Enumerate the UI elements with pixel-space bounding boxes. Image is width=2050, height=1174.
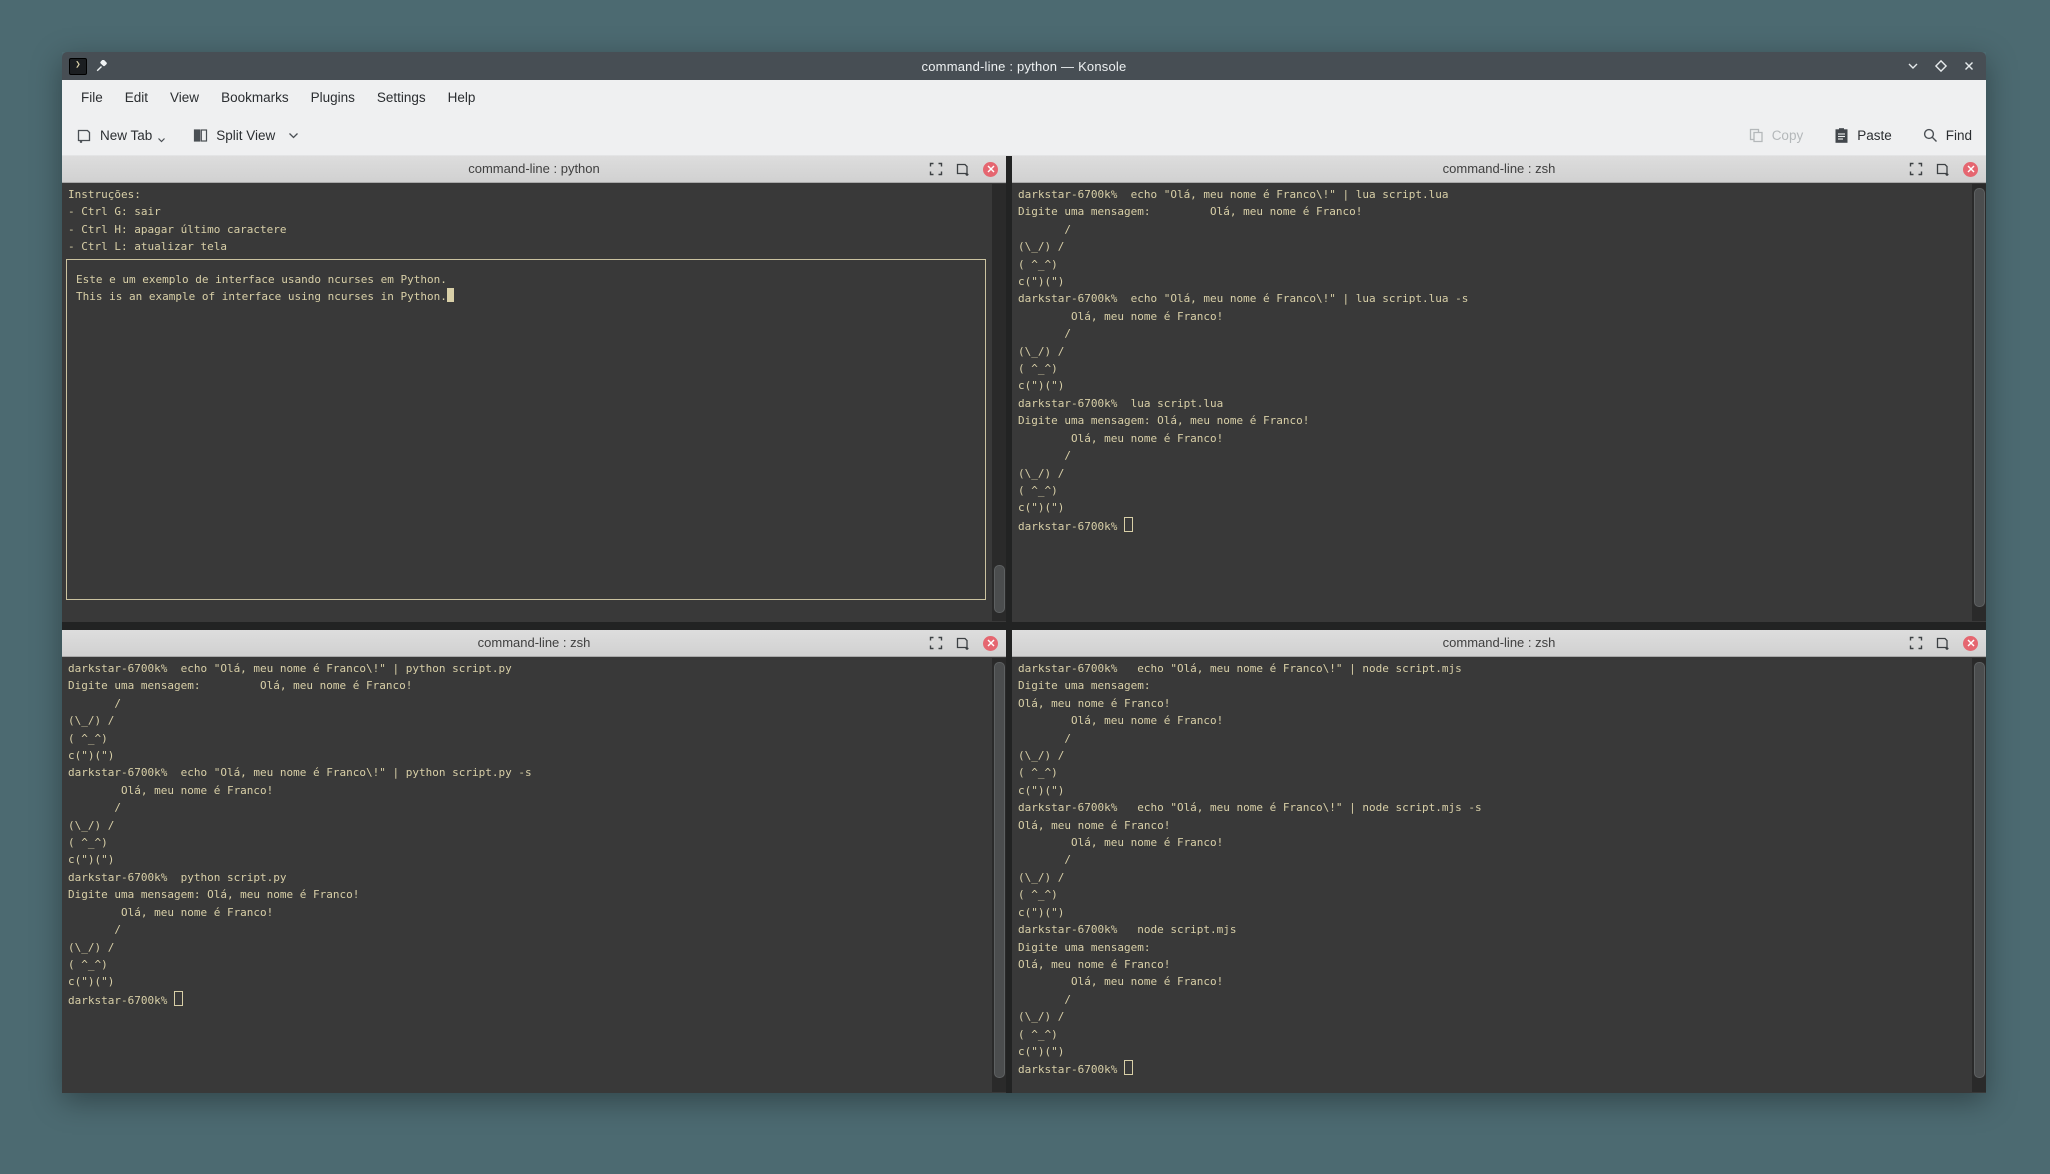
scrollbar-thumb[interactable] [1974, 662, 1985, 1078]
text-cursor [1124, 516, 1134, 532]
terminal-bottom-right[interactable]: darkstar-6700k% echo "Olá, meu nome é Fr… [1012, 657, 1986, 1093]
split-view-icon [194, 129, 208, 142]
text-cursor [1124, 1060, 1134, 1076]
prompt-line: darkstar-6700k% [1018, 516, 1966, 535]
pane-top-left: command-line : python Instruções: - Ctrl… [62, 156, 1006, 622]
pane-title: command-line : zsh [477, 635, 591, 650]
close-split-icon[interactable] [1963, 161, 1978, 177]
terminal-bottom-left[interactable]: darkstar-6700k% echo "Olá, meu nome é Fr… [62, 657, 1006, 1093]
menu-plugins[interactable]: Plugins [300, 80, 366, 116]
prompt-line: darkstar-6700k% [68, 990, 986, 1009]
copy-label: Copy [1771, 128, 1804, 143]
menu-edit[interactable]: Edit [114, 80, 159, 116]
toolbar: New Tab Split View Copy Paste Find [62, 116, 1986, 156]
terminal-text: Este e um exemplo de interface usando nc… [76, 273, 447, 286]
scrollbar[interactable] [992, 184, 1006, 621]
copy-icon [1749, 128, 1763, 143]
pane-bottom-left-header[interactable]: command-line : zsh [62, 630, 1006, 657]
chevron-down-icon [289, 132, 299, 138]
pane-title: command-line : zsh [1442, 635, 1556, 650]
expand-split-icon[interactable] [1909, 162, 1923, 176]
menu-help[interactable]: Help [437, 80, 487, 116]
paste-button[interactable]: Paste [1833, 127, 1892, 144]
close-split-icon[interactable] [983, 635, 998, 651]
maximize-icon[interactable] [1934, 59, 1948, 73]
terminal-text: This is an example of interface using nc… [76, 288, 985, 305]
split-view-label: Split View [216, 128, 276, 143]
menu-bookmarks[interactable]: Bookmarks [210, 80, 300, 116]
pane-bottom-left: command-line : zsh darkstar-6700k% echo … [62, 630, 1006, 1093]
detach-split-icon[interactable] [956, 636, 970, 650]
scrollbar-thumb[interactable] [994, 565, 1005, 613]
new-tab-label: New Tab [100, 128, 153, 143]
terminal-top-left[interactable]: Instruções: - Ctrl G: sair - Ctrl H: apa… [62, 183, 1006, 622]
text-cursor [446, 288, 454, 303]
pane-top-left-header[interactable]: command-line : python [62, 156, 1006, 183]
scrollbar[interactable] [992, 658, 1006, 1092]
expand-split-icon[interactable] [929, 162, 943, 176]
split-view-button[interactable]: Split View [192, 127, 299, 144]
paste-label: Paste [1857, 128, 1892, 143]
pane-top-right-header[interactable]: command-line : zsh [1012, 156, 1986, 183]
find-label: Find [1945, 128, 1972, 143]
terminal-top-right[interactable]: darkstar-6700k% echo "Olá, meu nome é Fr… [1012, 183, 1986, 622]
pane-bottom-right: command-line : zsh darkstar-6700k% echo … [1012, 630, 1986, 1093]
new-tab-icon [77, 129, 91, 143]
pane-bottom-right-header[interactable]: command-line : zsh [1012, 630, 1986, 657]
pane-title: command-line : python [468, 161, 600, 176]
titlebar[interactable]: ❯ command-line : python — Konsole [62, 52, 1986, 80]
minimize-icon[interactable] [1906, 59, 1920, 73]
window-title: command-line : python — Konsole [921, 58, 1127, 74]
close-split-icon[interactable] [1963, 635, 1978, 651]
pane-title: command-line : zsh [1442, 161, 1556, 176]
scrollbar-thumb[interactable] [994, 662, 1005, 1078]
prompt-line: darkstar-6700k% [1018, 1060, 1966, 1078]
new-tab-button[interactable]: New Tab [76, 127, 166, 144]
scrollbar[interactable] [1972, 658, 1986, 1092]
copy-button[interactable]: Copy [1748, 127, 1804, 144]
paste-icon [1835, 128, 1848, 143]
detach-split-icon[interactable] [1936, 636, 1950, 650]
menubar: File Edit View Bookmarks Plugins Setting… [62, 80, 1986, 116]
terminal-text: darkstar-6700k% echo "Olá, meu nome é Fr… [1018, 188, 1469, 515]
scrollbar-thumb[interactable] [1974, 188, 1985, 607]
find-button[interactable]: Find [1922, 127, 1972, 144]
detach-split-icon[interactable] [956, 162, 970, 176]
expand-split-icon[interactable] [929, 636, 943, 650]
chevron-down-icon [158, 138, 166, 143]
scrollbar[interactable] [1972, 184, 1986, 621]
search-icon [1923, 128, 1937, 142]
terminal-text: darkstar-6700k% echo "Olá, meu nome é Fr… [1018, 662, 1482, 1058]
konsole-window: ❯ command-line : python — Konsole File E [62, 52, 1986, 1093]
pane-top-right: command-line : zsh darkstar-6700k% echo … [1012, 156, 1986, 622]
menu-view[interactable]: View [159, 80, 210, 116]
text-cursor [174, 990, 184, 1006]
expand-split-icon[interactable] [1909, 636, 1923, 650]
terminal-text: Instruções: - Ctrl G: sair - Ctrl H: apa… [68, 188, 287, 254]
close-split-icon[interactable] [983, 161, 998, 177]
terminal-split-area: command-line : python Instruções: - Ctrl… [62, 156, 1986, 1093]
terminal-text: darkstar-6700k% echo "Olá, meu nome é Fr… [68, 662, 532, 989]
menu-file[interactable]: File [70, 80, 114, 116]
detach-split-icon[interactable] [1936, 162, 1950, 176]
menu-settings[interactable]: Settings [366, 80, 437, 116]
ncurses-box: Este e um exemplo de interface usando nc… [66, 259, 986, 600]
close-icon[interactable] [1962, 59, 1976, 73]
